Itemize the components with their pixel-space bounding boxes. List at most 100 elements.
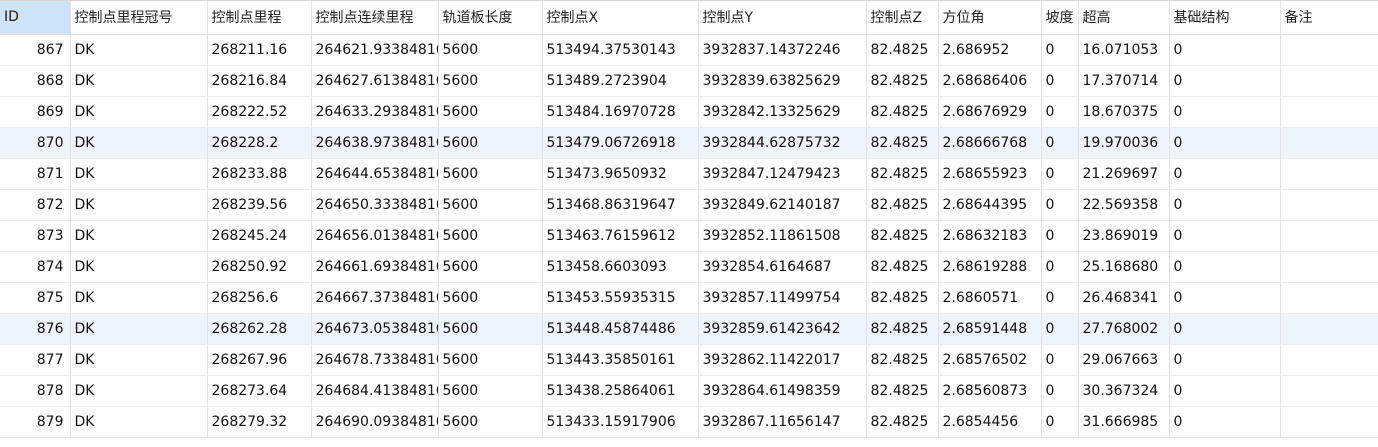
cell-mileage-prefix[interactable]: DK (70, 96, 208, 128)
cell-remarks[interactable] (1280, 220, 1378, 252)
cell-y[interactable]: 3932847.12479423 (698, 158, 867, 190)
column-header-foundation[interactable]: 基础结构 (1169, 1, 1281, 35)
table-row[interactable]: 870 DK 268228.2 264638.97384816 5600 513479.0… (0, 127, 1378, 159)
cell-y[interactable]: 3932842.13325629 (698, 96, 867, 128)
cell-continuous-mileage[interactable]: 264650.33384816 (311, 189, 439, 221)
cell-z[interactable]: 82.4825 (866, 65, 939, 97)
cell-slope[interactable]: 0 (1041, 406, 1079, 438)
cell-remarks[interactable] (1280, 189, 1378, 221)
cell-continuous-mileage[interactable]: 264621.93384816 (311, 34, 439, 66)
cell-slope[interactable]: 0 (1041, 127, 1079, 159)
table-row[interactable]: 868 DK 268216.84 264627.61384816 5600 513489.… (0, 65, 1378, 97)
cell-slope[interactable]: 0 (1041, 375, 1079, 407)
cell-id[interactable]: 877 (0, 344, 71, 376)
cell-superelevation[interactable]: 23.869019 (1078, 220, 1170, 252)
cell-id[interactable]: 878 (0, 375, 71, 407)
cell-continuous-mileage[interactable]: 264667.37384816 (311, 282, 439, 314)
cell-slab-length[interactable]: 5600 (438, 127, 543, 159)
cell-superelevation[interactable]: 21.269697 (1078, 158, 1170, 190)
cell-superelevation[interactable]: 22.569358 (1078, 189, 1170, 221)
cell-mileage[interactable]: 268262.28 (207, 313, 312, 345)
cell-slope[interactable]: 0 (1041, 282, 1079, 314)
cell-continuous-mileage[interactable]: 264644.65384816 (311, 158, 439, 190)
cell-superelevation[interactable]: 31.666985 (1078, 406, 1170, 438)
cell-slope[interactable]: 0 (1041, 189, 1079, 221)
cell-foundation[interactable]: 0 (1169, 189, 1281, 221)
cell-z[interactable]: 82.4825 (866, 220, 939, 252)
cell-continuous-mileage[interactable]: 264673.05384816 (311, 313, 439, 345)
cell-mileage-prefix[interactable]: DK (70, 282, 208, 314)
cell-remarks[interactable] (1280, 65, 1378, 97)
cell-y[interactable]: 3932859.61423642 (698, 313, 867, 345)
column-header-slab-length[interactable]: 轨道板长度 (438, 1, 543, 35)
cell-x[interactable]: 513443.35850161 (542, 344, 699, 376)
cell-z[interactable]: 82.4825 (866, 127, 939, 159)
cell-z[interactable]: 82.4825 (866, 313, 939, 345)
table-row[interactable]: 867 DK 268211.16 264621.93384816 5600 513494.… (0, 34, 1378, 66)
cell-y[interactable]: 3932844.62875732 (698, 127, 867, 159)
cell-x[interactable]: 513463.76159612 (542, 220, 699, 252)
column-header-superelevation[interactable]: 超高 (1078, 1, 1170, 35)
cell-mileage[interactable]: 268256.6 (207, 282, 312, 314)
cell-x[interactable]: 513468.86319647 (542, 189, 699, 221)
cell-y[interactable]: 3932857.11499754 (698, 282, 867, 314)
cell-mileage-prefix[interactable]: DK (70, 127, 208, 159)
column-header-slope[interactable]: 坡度 (1041, 1, 1079, 35)
cell-slab-length[interactable]: 5600 (438, 158, 543, 190)
cell-foundation[interactable]: 0 (1169, 65, 1281, 97)
cell-foundation[interactable]: 0 (1169, 375, 1281, 407)
cell-x[interactable]: 513448.45874486 (542, 313, 699, 345)
cell-slope[interactable]: 0 (1041, 96, 1079, 128)
cell-slab-length[interactable]: 5600 (438, 220, 543, 252)
cell-azimuth[interactable]: 2.68576502 (938, 344, 1042, 376)
cell-slab-length[interactable]: 5600 (438, 282, 543, 314)
cell-mileage[interactable]: 268279.32 (207, 406, 312, 438)
table-row[interactable]: 877 DK 268267.96 264678.73384816 5600 513443.… (0, 344, 1378, 376)
column-header-mileage[interactable]: 控制点里程 (207, 1, 312, 35)
column-header-mileage-prefix[interactable]: 控制点里程冠号 (70, 1, 208, 35)
cell-mileage[interactable]: 268273.64 (207, 375, 312, 407)
cell-slope[interactable]: 0 (1041, 65, 1079, 97)
cell-azimuth[interactable]: 2.68591448 (938, 313, 1042, 345)
cell-remarks[interactable] (1280, 251, 1378, 283)
cell-superelevation[interactable]: 26.468341 (1078, 282, 1170, 314)
cell-y[interactable]: 3932839.63825629 (698, 65, 867, 97)
cell-slope[interactable]: 0 (1041, 220, 1079, 252)
cell-x[interactable]: 513494.37530143 (542, 34, 699, 66)
cell-azimuth[interactable]: 2.6854456 (938, 406, 1042, 438)
column-header-remarks[interactable]: 备注 (1280, 1, 1378, 35)
cell-continuous-mileage[interactable]: 264678.73384816 (311, 344, 439, 376)
cell-azimuth[interactable]: 2.68686406 (938, 65, 1042, 97)
cell-slab-length[interactable]: 5600 (438, 96, 543, 128)
cell-mileage-prefix[interactable]: DK (70, 375, 208, 407)
cell-y[interactable]: 3932864.61498359 (698, 375, 867, 407)
cell-azimuth[interactable]: 2.68666768 (938, 127, 1042, 159)
cell-id[interactable]: 867 (0, 34, 71, 66)
cell-superelevation[interactable]: 16.071053 (1078, 34, 1170, 66)
cell-y[interactable]: 3932867.11656147 (698, 406, 867, 438)
column-header-y[interactable]: 控制点Y (698, 1, 867, 35)
cell-mileage-prefix[interactable]: DK (70, 65, 208, 97)
attribute-table[interactable]: ID 控制点里程冠号 控制点里程 控制点连续里程 轨道板长度 控制点X 控制点Y… (0, 0, 1378, 447)
cell-azimuth[interactable]: 2.68632183 (938, 220, 1042, 252)
cell-slope[interactable]: 0 (1041, 251, 1079, 283)
cell-x[interactable]: 513453.55935315 (542, 282, 699, 314)
cell-mileage[interactable]: 268233.88 (207, 158, 312, 190)
cell-superelevation[interactable]: 25.168680 (1078, 251, 1170, 283)
cell-azimuth[interactable]: 2.68655923 (938, 158, 1042, 190)
cell-id[interactable]: 870 (0, 127, 71, 159)
cell-foundation[interactable]: 0 (1169, 251, 1281, 283)
cell-z[interactable]: 82.4825 (866, 344, 939, 376)
cell-id[interactable]: 871 (0, 158, 71, 190)
cell-mileage[interactable]: 268267.96 (207, 344, 312, 376)
cell-id[interactable]: 874 (0, 251, 71, 283)
cell-superelevation[interactable]: 30.367324 (1078, 375, 1170, 407)
cell-foundation[interactable]: 0 (1169, 220, 1281, 252)
cell-y[interactable]: 3932837.14372246 (698, 34, 867, 66)
cell-id[interactable]: 869 (0, 96, 71, 128)
cell-remarks[interactable] (1280, 375, 1378, 407)
cell-id[interactable]: 868 (0, 65, 71, 97)
cell-x[interactable]: 513479.06726918 (542, 127, 699, 159)
table-row[interactable]: 879 DK 268279.32 264690.09384816 5600 513433.… (0, 406, 1378, 438)
cell-remarks[interactable] (1280, 158, 1378, 190)
